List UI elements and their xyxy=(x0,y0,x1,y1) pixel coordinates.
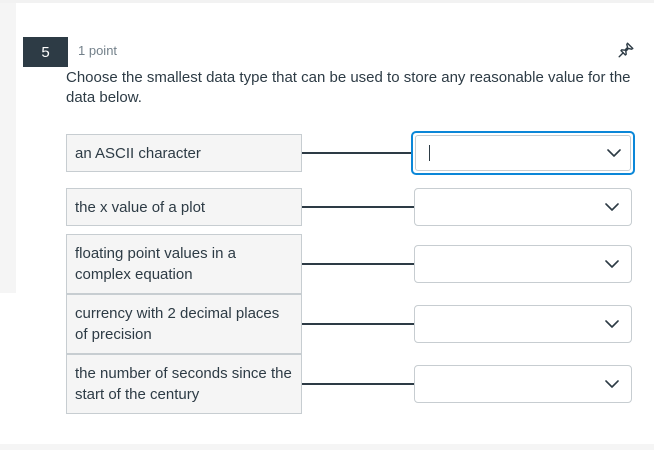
match-prompt: an ASCII character xyxy=(66,134,302,172)
question-points: 1 point xyxy=(78,43,118,58)
match-row: the x value of a plot xyxy=(66,188,636,226)
match-row: currency with 2 decimal places of precis… xyxy=(66,294,636,354)
question-number-badge: 5 xyxy=(23,37,68,67)
answer-dropdown[interactable] xyxy=(411,131,635,175)
match-connector-line xyxy=(302,323,414,325)
left-panel xyxy=(0,3,16,293)
pin-question-button[interactable] xyxy=(612,36,640,64)
match-prompt: floating point values in a complex equat… xyxy=(66,234,302,294)
answer-dropdown[interactable] xyxy=(414,305,632,343)
chevron-down-icon xyxy=(605,380,619,388)
answer-dropdown[interactable] xyxy=(414,245,632,283)
match-prompt: currency with 2 decimal places of precis… xyxy=(66,294,302,354)
top-divider xyxy=(0,0,654,3)
chevron-down-icon xyxy=(605,260,619,268)
match-row: floating point values in a complex equat… xyxy=(66,234,636,294)
match-connector-line xyxy=(302,263,414,265)
chevron-down-icon xyxy=(605,203,619,211)
answer-dropdown[interactable] xyxy=(414,365,632,403)
match-connector-line xyxy=(302,383,414,385)
bottom-divider xyxy=(0,444,654,450)
question-text: Choose the smallest data type that can b… xyxy=(66,69,631,106)
match-row: an ASCII character xyxy=(66,131,636,175)
match-row: the number of seconds since the start of… xyxy=(66,354,636,414)
quiz-page: 5 1 point Choose the smallest data type … xyxy=(0,0,654,450)
match-prompt: the number of seconds since the start of… xyxy=(66,354,302,414)
match-connector-line xyxy=(302,206,414,208)
match-connector-line xyxy=(302,152,414,154)
pushpin-icon xyxy=(618,42,634,58)
answer-dropdown[interactable] xyxy=(414,188,632,226)
text-cursor xyxy=(429,145,430,161)
dropdown-focus-inner xyxy=(415,135,631,171)
chevron-down-icon xyxy=(605,320,619,328)
chevron-down-icon xyxy=(607,149,621,157)
match-prompt: the x value of a plot xyxy=(66,188,302,226)
